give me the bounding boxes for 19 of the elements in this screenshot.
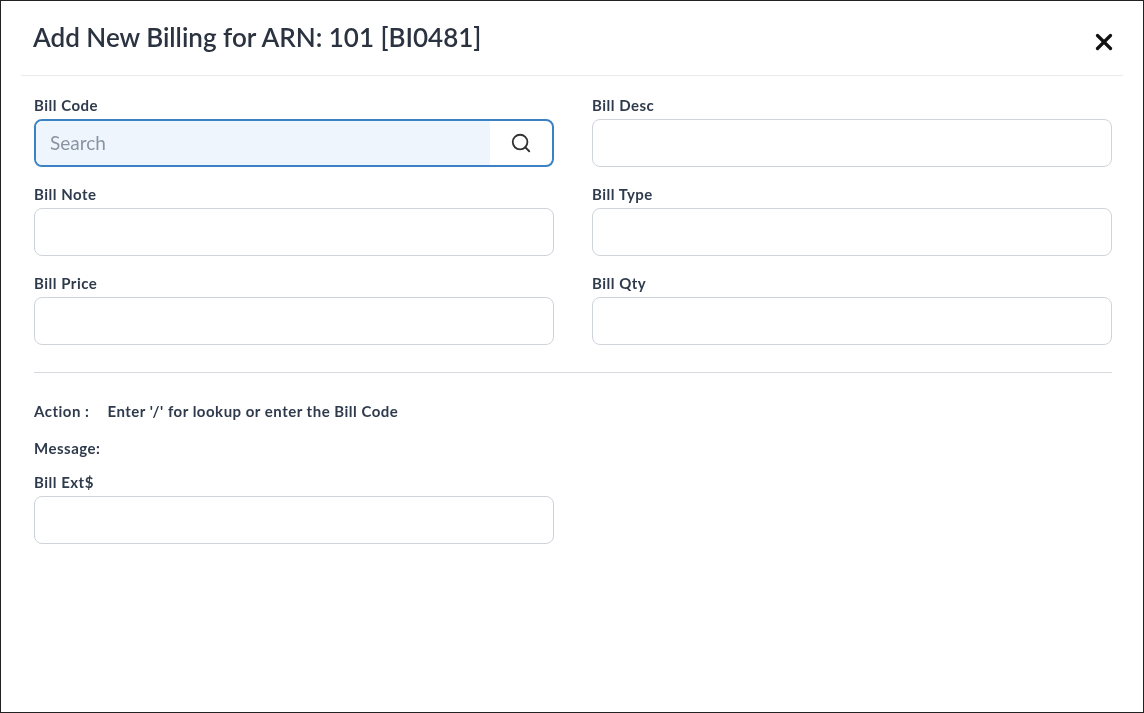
input-field[interactable] [592, 297, 1112, 345]
field-label: Bill Type [592, 185, 653, 203]
input-field[interactable] [34, 208, 554, 256]
search-icon[interactable] [510, 132, 532, 154]
dialog-title: Add New Billing for ARN: 101 [BI0481] [33, 20, 482, 55]
field-label: Bill Code [34, 96, 99, 114]
input-field[interactable] [592, 119, 1112, 167]
field-label: Bill Price [34, 274, 98, 292]
search-field[interactable]: Search [34, 119, 554, 167]
message-label: Message: [34, 437, 101, 459]
input-field[interactable] [34, 496, 554, 544]
field-label: Bill Desc [592, 96, 655, 114]
field-label: Bill Ext$ [34, 473, 94, 491]
input-field[interactable] [592, 208, 1112, 256]
field-label: Bill Note [34, 185, 97, 203]
input-field[interactable] [34, 297, 554, 345]
action-label: Action : [34, 401, 90, 422]
field-label: Bill Qty [592, 274, 647, 292]
action-text: Enter '/' for lookup or enter the Bill Code [107, 401, 399, 422]
